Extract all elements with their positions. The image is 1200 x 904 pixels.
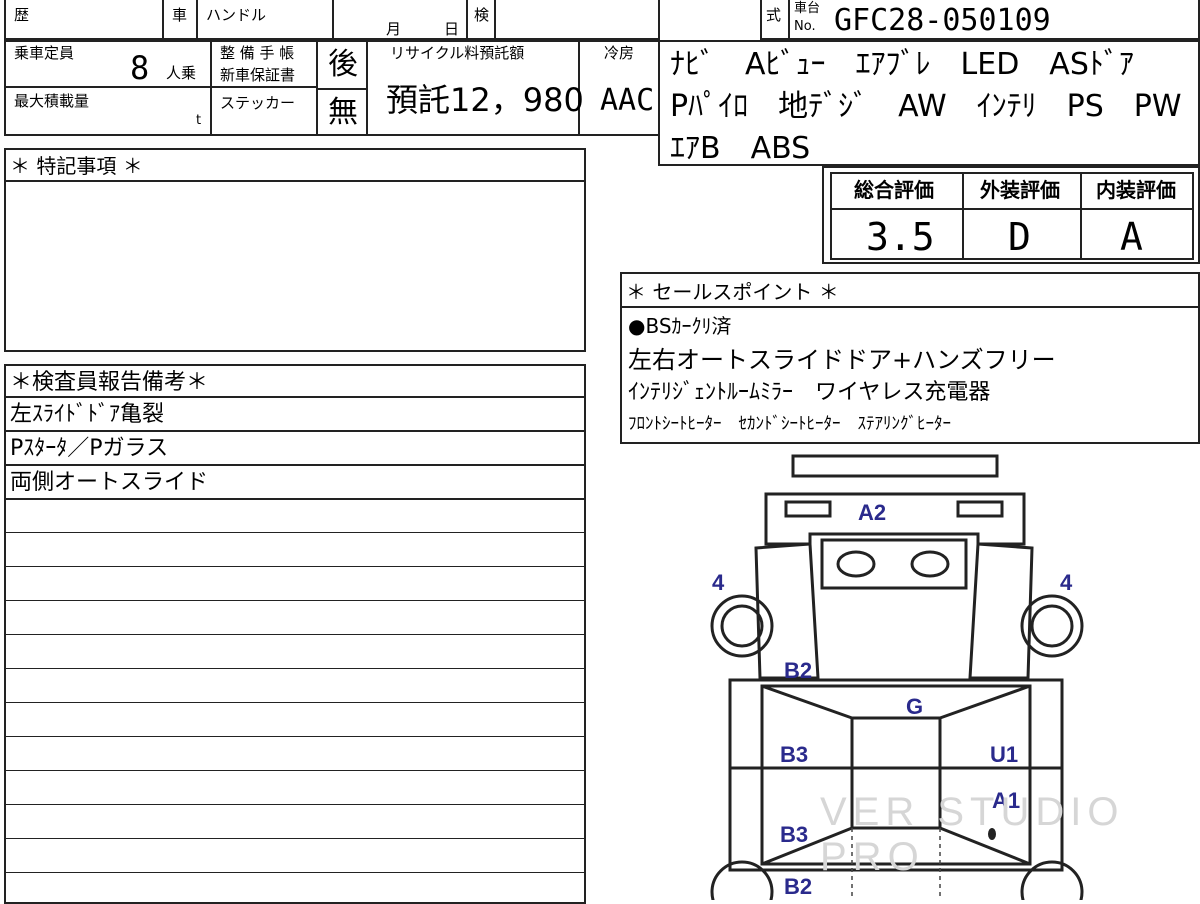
- damage-mark-b3-lower: B3: [780, 822, 809, 847]
- damage-mark-b2-bottom: B2: [784, 874, 813, 899]
- damage-mark-b2-top: B2: [784, 658, 813, 683]
- rear-left-wheel: [710, 860, 774, 900]
- sales-points-title: ＊ セールスポイント ＊: [626, 280, 839, 304]
- recycle-label: リサイクル料預託額: [390, 44, 525, 62]
- chassis-number: GFC28-050109: [834, 3, 1051, 38]
- ac-value: AAC: [600, 83, 655, 118]
- interior-label: 内装評価: [1096, 178, 1176, 202]
- left-fog: [836, 550, 876, 578]
- damage-mark-a2: A2: [858, 500, 887, 525]
- maintenance-label-2: 新車保証書: [220, 66, 296, 84]
- max-load-unit: t: [196, 113, 202, 128]
- type-label: 式: [766, 6, 782, 24]
- sales-point-item: ﾌﾛﾝﾄｼｰﾄﾋｰﾀｰ ｾｶﾝﾄﾞｼｰﾄﾋｰﾀｰ ｽﾃｱﾘﾝｸﾞﾋｰﾀｰ: [628, 414, 951, 434]
- hood: [820, 538, 968, 590]
- handle-label: ハンドル: [206, 6, 267, 24]
- ac-label: 冷房: [604, 44, 635, 62]
- maintenance-value: 後: [328, 47, 358, 82]
- equipment-line-2: Pﾊﾟｲﾛ 地ﾃﾞｼﾞ AW ｲﾝﾃﾘ PS PW: [670, 89, 1182, 124]
- inspector-title: ＊検査員報告備考＊: [10, 370, 209, 395]
- exterior-value: D: [1008, 215, 1031, 259]
- recycle-value: 預託12，980: [386, 81, 584, 119]
- sticker-value: 無: [328, 95, 358, 130]
- chassis-label-no: No.: [794, 19, 816, 34]
- right-fender: [968, 542, 1034, 680]
- front-bumper-top: [791, 454, 999, 478]
- right-headlight: [956, 500, 1004, 518]
- sticker-label: ステッカー: [220, 94, 296, 112]
- watermark: VER STUDIO PRO: [820, 790, 1125, 879]
- chassis-label-top: 車台: [794, 1, 821, 16]
- overall-value: 3.5: [866, 215, 935, 259]
- right-fog: [910, 550, 950, 578]
- car-label: 車: [172, 6, 188, 24]
- inspector-line: 左ｽﾗｲﾄﾞﾄﾞｱ亀裂: [10, 402, 165, 427]
- left-headlight: [784, 500, 832, 518]
- interior-value: A: [1120, 215, 1143, 259]
- damage-mark-g: G: [906, 694, 924, 719]
- equipment-line-3: ｴｱB ABS: [670, 131, 811, 166]
- overall-label: 総合評価: [854, 178, 934, 202]
- capacity-unit: 人乗: [166, 64, 197, 82]
- capacity-label: 乗車定員: [14, 44, 75, 62]
- sales-point-item: 左右オートスライドドア+ハンズフリー: [628, 346, 1056, 374]
- damage-mark-b3-upper: B3: [780, 742, 809, 767]
- sales-point-item: ｲﾝﾃﾘｼﾞｪﾝﾄﾙｰﾑﾐﾗｰ ワイヤレス充電器: [628, 380, 991, 405]
- sales-point-item: ●BSｶｰｸﾘ済: [628, 314, 732, 338]
- inspector-line: Pｽﾀｰﾀ／Pガラス: [10, 436, 169, 461]
- damage-mark-u1: U1: [990, 742, 1019, 767]
- inspection-label: 検: [474, 6, 490, 24]
- exterior-label: 外装評価: [980, 178, 1060, 202]
- maintenance-label-1: 整 備 手 帳: [220, 44, 295, 62]
- history-label: 歴: [14, 6, 30, 24]
- month-label: 月: [386, 20, 402, 38]
- day-label: 日: [444, 20, 460, 38]
- special-notes-box: [4, 148, 586, 352]
- inspector-line: 両側オートスライド: [10, 470, 209, 495]
- special-notes-title: ＊ 特記事項 ＊: [10, 154, 143, 178]
- capacity-value: 8: [130, 49, 150, 87]
- max-load-label: 最大積載量: [14, 92, 90, 110]
- equipment-line-1: ﾅﾋﾞ Aﾋﾞｭｰ ｴｱﾌﾞﾚ LED ASﾄﾞｱ: [670, 47, 1134, 82]
- damage-mark-4-left: 4: [712, 570, 725, 595]
- damage-mark-4-right: 4: [1060, 570, 1073, 595]
